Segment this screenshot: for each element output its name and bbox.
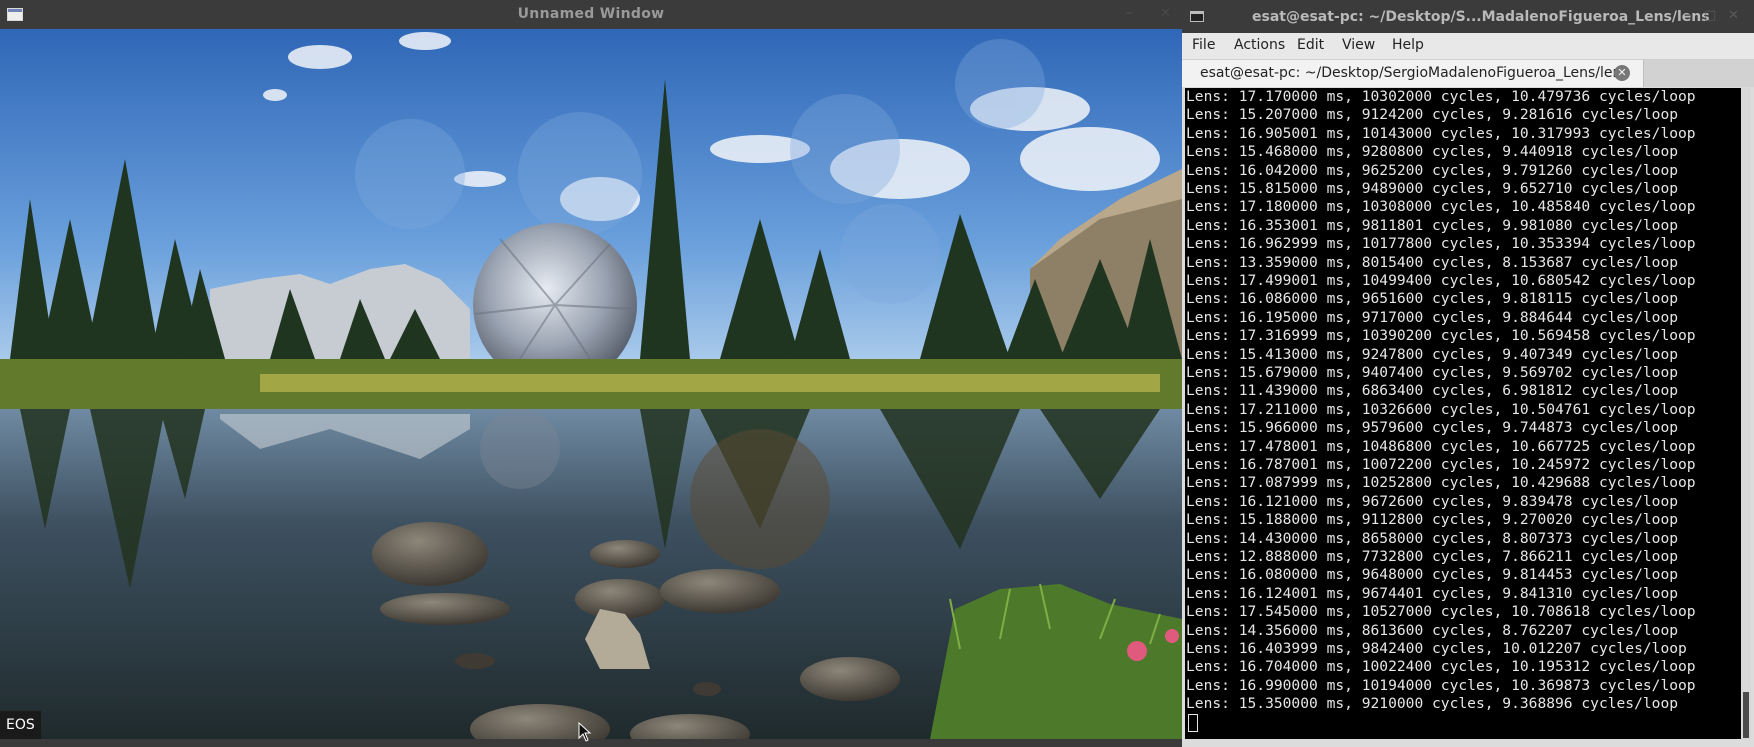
terminal-line: Lens: 16.905001 ms, 10143000 cycles, 10.…: [1186, 124, 1696, 142]
menu-view[interactable]: View: [1342, 37, 1375, 53]
image-window: Unnamed Window – ✕ EOS: [0, 0, 1182, 747]
close-icon[interactable]: ✕: [1160, 6, 1171, 21]
terminal-line: Lens: 15.679000 ms, 9407400 cycles, 9.56…: [1186, 364, 1679, 381]
terminal-line: Lens: 14.356000 ms, 8613600 cycles, 8.76…: [1186, 621, 1679, 639]
terminal-line: Lens: 15.815000 ms, 9489000 cycles, 9.65…: [1186, 180, 1679, 197]
terminal-line: Lens: 16.042000 ms, 9625200 cycles, 9.79…: [1186, 161, 1679, 179]
landscape-image: [0, 29, 1182, 739]
terminal-line: Lens: 17.316999 ms, 10390200 cycles, 10.…: [1186, 327, 1696, 345]
terminal-line: Lens: 17.211000 ms, 10326600 cycles, 10.…: [1186, 400, 1696, 418]
terminal-tab[interactable]: esat@esat-pc: ~/Desktop/SergioMadalenoFi…: [1182, 60, 1644, 87]
terminal-line: Lens: 16.124001 ms, 9674401 cycles, 9.84…: [1186, 584, 1679, 602]
terminal-tab-label: esat@esat-pc: ~/Desktop/SergioMadalenoFi…: [1200, 65, 1629, 81]
terminal-line: Lens: 16.195000 ms, 9717000 cycles, 9.88…: [1186, 308, 1679, 326]
maximize-icon[interactable]: □: [1704, 8, 1716, 23]
mouse-pointer-icon: [578, 722, 592, 742]
terminal-line: Lens: 16.080000 ms, 9648000 cycles, 9.81…: [1186, 566, 1679, 584]
terminal-line: Lens: 17.170000 ms, 10302000 cycles, 10.…: [1186, 88, 1696, 105]
terminal-line: Lens: 13.359000 ms, 8015400 cycles, 8.15…: [1186, 253, 1679, 271]
terminal-line: Lens: 17.499001 ms, 10499400 cycles, 10.…: [1186, 272, 1696, 289]
terminal-icon: [1190, 11, 1204, 22]
terminal-line: Lens: 15.350000 ms, 9210000 cycles, 9.36…: [1186, 695, 1679, 713]
terminal-title: esat@esat-pc: ~/Desktop/S...MadalenoFigu…: [1252, 9, 1710, 25]
terminal-titlebar[interactable]: esat@esat-pc: ~/Desktop/S...MadalenoFigu…: [1182, 0, 1754, 33]
menu-help[interactable]: Help: [1392, 37, 1424, 53]
terminal-window: esat@esat-pc: ~/Desktop/S...MadalenoFigu…: [1182, 0, 1754, 747]
terminal-line: Lens: 17.180000 ms, 10308000 cycles, 10.…: [1186, 198, 1696, 216]
terminal-line: Lens: 15.207000 ms, 9124200 cycles, 9.28…: [1186, 106, 1679, 124]
menu-bar: File Actions Edit View Help: [1182, 33, 1754, 60]
menu-file[interactable]: File: [1192, 37, 1215, 53]
tab-bar: esat@esat-pc: ~/Desktop/SergioMadalenoFi…: [1182, 60, 1754, 87]
terminal-line: Lens: 15.468000 ms, 9280800 cycles, 9.44…: [1186, 143, 1679, 161]
terminal-line: Lens: 12.888000 ms, 7732800 cycles, 7.86…: [1186, 548, 1679, 565]
terminal-line: Lens: 17.087999 ms, 10252800 cycles, 10.…: [1186, 474, 1696, 492]
terminal-line: Lens: 16.086000 ms, 9651600 cycles, 9.81…: [1186, 290, 1679, 308]
terminal-line: Lens: 17.478001 ms, 10486800 cycles, 10.…: [1186, 437, 1696, 455]
terminal-line: Lens: 16.121000 ms, 9672600 cycles, 9.83…: [1186, 492, 1679, 510]
terminal-line: Lens: 15.188000 ms, 9112800 cycles, 9.27…: [1186, 511, 1679, 529]
lens-image-canvas: EOS: [0, 29, 1182, 739]
menu-edit[interactable]: Edit: [1297, 37, 1324, 53]
image-window-titlebar[interactable]: Unnamed Window – ✕: [0, 0, 1182, 29]
terminal-line: Lens: 16.704000 ms, 10022400 cycles, 10.…: [1186, 658, 1696, 676]
menu-actions[interactable]: Actions: [1234, 37, 1285, 53]
terminal-line: Lens: 16.353001 ms, 9811801 cycles, 9.98…: [1186, 216, 1679, 234]
minimize-icon[interactable]: –: [1684, 8, 1691, 23]
terminal-line: Lens: 16.403999 ms, 9842400 cycles, 10.0…: [1186, 640, 1687, 657]
tab-close-icon[interactable]: ✕: [1614, 65, 1630, 81]
terminal-line: Lens: 15.413000 ms, 9247800 cycles, 9.40…: [1186, 345, 1679, 363]
terminal-line: Lens: 14.430000 ms, 8658000 cycles, 8.80…: [1186, 529, 1679, 547]
terminal-line: Lens: 11.439000 ms, 6863400 cycles, 6.98…: [1186, 382, 1679, 400]
terminal-line: Lens: 16.962999 ms, 10177800 cycles, 10.…: [1186, 235, 1696, 253]
terminal-scrollbar[interactable]: [1741, 88, 1751, 739]
scrollbar-thumb[interactable]: [1743, 692, 1749, 738]
close-icon[interactable]: ✕: [1728, 8, 1739, 23]
terminal-line: Lens: 17.545000 ms, 10527000 cycles, 10.…: [1186, 603, 1696, 621]
terminal-line: Lens: 15.966000 ms, 9579600 cycles, 9.74…: [1186, 419, 1679, 437]
terminal-line: Lens: 16.990000 ms, 10194000 cycles, 10.…: [1186, 676, 1696, 694]
minimize-icon[interactable]: –: [1126, 6, 1133, 21]
terminal-line: Lens: 16.787001 ms, 10072200 cycles, 10.…: [1186, 456, 1696, 473]
terminal-cursor: [1188, 714, 1198, 732]
status-label: EOS: [0, 711, 41, 739]
terminal-output[interactable]: Lens: 17.170000 ms, 10302000 cycles, 10.…: [1185, 88, 1741, 739]
image-window-title: Unnamed Window: [517, 6, 665, 22]
